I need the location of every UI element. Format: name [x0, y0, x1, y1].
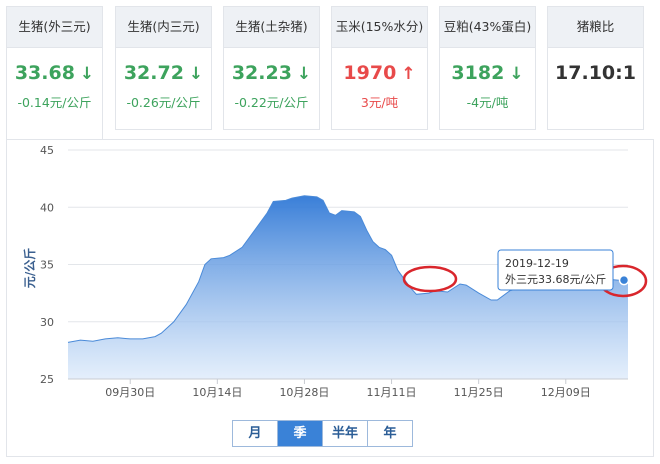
y-tick-label: 25	[40, 373, 54, 386]
y-tick-label: 45	[40, 144, 54, 157]
x-tick-label: 12月09日	[541, 386, 591, 399]
tooltip-text: 外三元33.68元/公斤	[505, 273, 606, 286]
tooltip-date: 2019-12-19	[505, 257, 569, 270]
range-selector: 月 季 半年 年	[232, 420, 413, 447]
x-tick-label: 11月11日	[367, 386, 417, 399]
tooltip: 2019-12-19 外三元33.68元/公斤	[497, 249, 614, 291]
range-button-month[interactable]: 月	[233, 421, 278, 446]
highlight-ellipse	[402, 265, 458, 293]
y-tick-label: 35	[40, 259, 54, 272]
x-tick-label: 10月28日	[279, 386, 329, 399]
y-axis-label: 元/公斤	[22, 248, 37, 288]
y-tick-label: 40	[40, 201, 54, 214]
last-point-marker[interactable]	[618, 274, 630, 286]
range-button-quarter[interactable]: 季	[278, 421, 323, 446]
x-tick-label: 09月30日	[105, 386, 155, 399]
price-chart: 25 30 35 40 45 09月30日 10月14日 10月28日 11月11日 11月25日…	[22, 144, 648, 399]
y-tick-label: 30	[40, 316, 54, 329]
x-tick-label: 11月25日	[454, 386, 504, 399]
x-tick-label: 10月14日	[192, 386, 242, 399]
range-button-half-year[interactable]: 半年	[323, 421, 368, 446]
range-button-year[interactable]: 年	[368, 421, 412, 446]
